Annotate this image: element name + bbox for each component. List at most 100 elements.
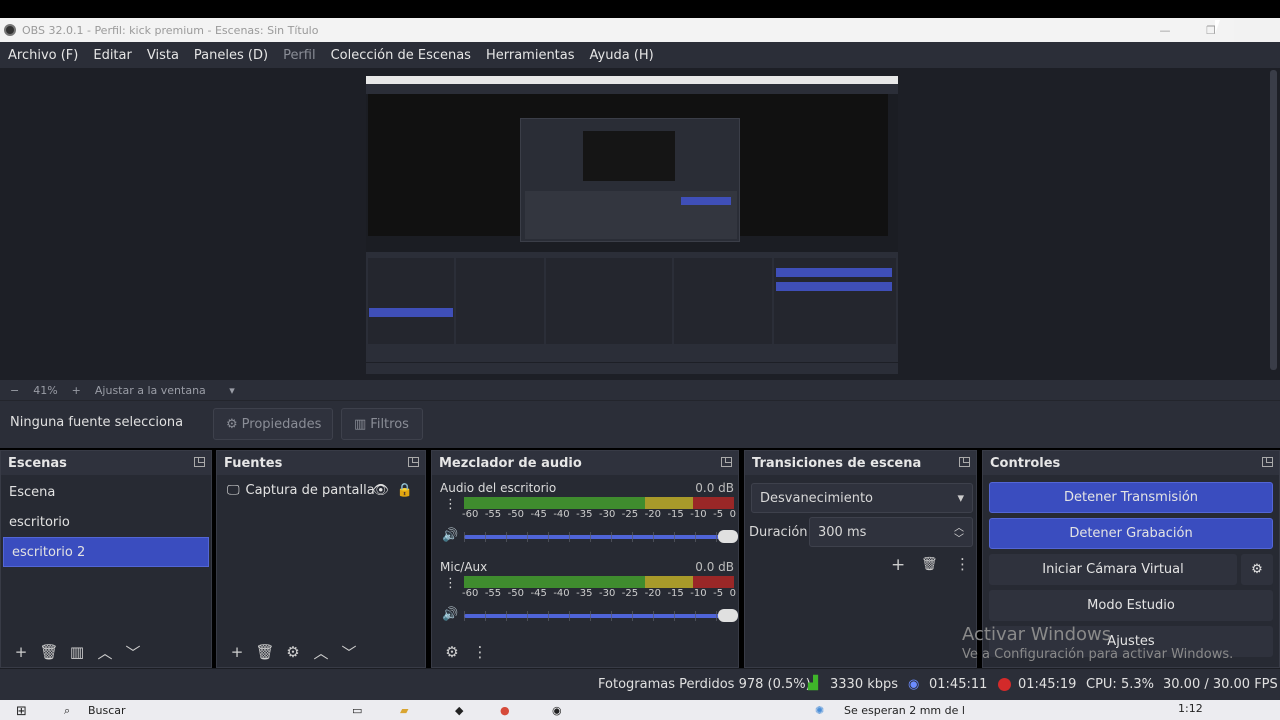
undock-icon[interactable]: [721, 457, 732, 467]
scenes-title: Escenas: [8, 455, 67, 471]
filter-icon: ▥: [354, 416, 367, 432]
spin-down-icon[interactable]: ﹀: [954, 530, 964, 545]
menu-editar[interactable]: Editar: [93, 48, 132, 63]
audio-mixer-dock: Mezclador de audio Audio del escritorio …: [431, 450, 739, 668]
obs-taskbar-icon[interactable]: ◉: [552, 704, 562, 717]
kebab-menu-icon[interactable]: ⋮: [955, 555, 970, 573]
add-icon[interactable]: +: [223, 643, 251, 661]
virtual-camera-settings-button[interactable]: ⚙: [1241, 554, 1273, 585]
undock-icon[interactable]: [194, 457, 205, 467]
advanced-audio-icon[interactable]: ⚙: [438, 643, 466, 661]
menu-coleccion-escenas[interactable]: Colección de Escenas: [331, 48, 471, 63]
zoom-value: 41%: [33, 383, 58, 397]
chrome-icon[interactable]: ●: [500, 704, 510, 717]
minimize-icon[interactable]: —: [1142, 18, 1188, 42]
speaker-icon[interactable]: 🔊: [442, 607, 458, 622]
speaker-icon[interactable]: 🔊: [442, 528, 458, 543]
weather-icon: ✺: [815, 704, 825, 717]
sources-dock: Fuentes 🖵 Captura de pantalla 👁 🔒 + 🗑 ⚙ …: [216, 450, 426, 668]
zoom-in-button[interactable]: +: [72, 384, 81, 397]
volume-slider[interactable]: [464, 609, 738, 622]
menu-ayuda[interactable]: Ayuda (H): [590, 48, 654, 63]
controls-title: Controles: [990, 455, 1061, 471]
windows-start-icon[interactable]: ⊞: [16, 704, 27, 719]
gear-icon: ⚙: [226, 416, 238, 432]
scene-item[interactable]: escritorio: [1, 507, 211, 537]
meter-scale: -60 -55 -50 -45 -40 -35 -30 -25 -20 -15 -10 -5 0: [462, 509, 736, 520]
kebab-menu-icon[interactable]: ⋮: [444, 497, 457, 512]
undock-icon[interactable]: [408, 457, 419, 467]
chevron-down-icon: ▾: [229, 383, 235, 397]
filter-icon[interactable]: ▥: [63, 643, 91, 661]
trash-icon[interactable]: 🗑: [921, 557, 938, 572]
record-icon: [998, 678, 1011, 691]
transitions-dock: Transiciones de escena Desvanecimiento ▾…: [744, 450, 977, 668]
search-icon[interactable]: ⌕: [64, 704, 70, 718]
file-explorer-icon[interactable]: ▰: [400, 704, 408, 717]
studio-mode-button[interactable]: Modo Estudio: [989, 590, 1273, 621]
trash-icon[interactable]: 🗑: [251, 643, 279, 661]
menu-perfil[interactable]: Perfil: [283, 48, 316, 63]
zoom-fit-dropdown[interactable]: Ajustar a la ventana ▾: [95, 384, 249, 397]
volume-meter: [464, 576, 734, 588]
window-title: OBS 32.0.1 - Perfil: kick premium - Esce…: [22, 23, 319, 37]
track-name: Audio del escritorio: [440, 481, 557, 495]
scene-item[interactable]: Escena: [1, 477, 211, 507]
stream-icon: ◉: [908, 677, 920, 692]
controls-header: Controles: [983, 451, 1279, 475]
restore-icon[interactable]: ❐: [1188, 18, 1234, 42]
arrow-up-icon[interactable]: ︿: [307, 642, 335, 663]
add-icon[interactable]: +: [7, 643, 35, 661]
task-view-icon[interactable]: ▭: [352, 704, 362, 717]
obs-logo-icon: [4, 24, 16, 36]
transition-select[interactable]: Desvanecimiento ▾: [751, 483, 973, 513]
add-icon[interactable]: +: [891, 555, 905, 575]
arrow-down-icon[interactable]: ﹀: [335, 642, 363, 663]
signal-bars-icon: ▟: [808, 676, 818, 691]
zoom-bar: − 41% + Ajustar a la ventana ▾: [0, 380, 1280, 400]
weather-notice[interactable]: Se esperan 2 mm de l: [844, 704, 965, 717]
window-controls: — ❐: [1142, 18, 1280, 42]
menu-vista[interactable]: Vista: [147, 48, 179, 63]
app-icon[interactable]: ◆: [455, 704, 463, 717]
undock-icon[interactable]: [959, 457, 970, 467]
scenes-dock: Escenas Escena escritorio escritorio 2 +…: [0, 450, 212, 668]
menu-bar: Archivo (F) Editar Vista Paneles (D) Per…: [0, 42, 1280, 68]
arrow-up-icon[interactable]: ︿: [91, 642, 119, 663]
scene-item-selected[interactable]: escritorio 2: [3, 537, 209, 567]
lock-icon[interactable]: 🔒: [397, 483, 413, 498]
sources-header: Fuentes: [217, 451, 425, 475]
no-source-label: Ninguna fuente selecciona: [10, 415, 184, 430]
duration-spinbox[interactable]: 300 ms ︿ ﹀: [809, 517, 973, 547]
filters-button[interactable]: ▥ Filtros: [341, 408, 423, 440]
gear-icon[interactable]: ⚙: [279, 643, 307, 661]
menu-herramientas[interactable]: Herramientas: [486, 48, 575, 63]
menu-archivo[interactable]: Archivo (F): [8, 48, 78, 63]
taskbar-clock[interactable]: 1:12: [1178, 702, 1203, 715]
stop-recording-button[interactable]: Detener Grabación: [989, 518, 1273, 549]
kebab-menu-icon[interactable]: ⋮: [466, 643, 494, 661]
source-item-label: Captura de pantalla: [245, 482, 375, 498]
preview-scrollbar[interactable]: [1270, 70, 1277, 370]
transitions-header: Transiciones de escena: [745, 451, 976, 475]
menu-paneles[interactable]: Paneles (D): [194, 48, 268, 63]
arrow-down-icon[interactable]: ﹀: [119, 642, 147, 663]
dropped-frames: Fotogramas Perdidos 978 (0.5%): [598, 677, 811, 692]
trash-icon[interactable]: 🗑: [35, 643, 63, 661]
stop-streaming-button[interactable]: Detener Transmisión: [989, 482, 1273, 513]
monitor-icon: 🖵: [227, 482, 240, 498]
taskbar-search[interactable]: Buscar: [88, 704, 126, 717]
eye-icon[interactable]: 👁: [372, 483, 389, 498]
kebab-menu-icon[interactable]: ⋮: [444, 576, 457, 591]
start-virtual-camera-button[interactable]: Iniciar Cámara Virtual: [989, 554, 1237, 585]
undock-icon[interactable]: [1262, 457, 1273, 467]
zoom-out-button[interactable]: −: [10, 384, 19, 397]
volume-slider[interactable]: [464, 530, 738, 543]
properties-button[interactable]: ⚙ Propiedades: [213, 408, 333, 440]
watermark-line1: Activar Windows: [962, 624, 1112, 645]
duration-label: Duración: [749, 525, 808, 540]
preview-canvas[interactable]: [366, 76, 898, 374]
close-icon[interactable]: [1234, 18, 1280, 42]
source-item[interactable]: 🖵 Captura de pantalla 👁 🔒: [217, 475, 425, 505]
bitrate: 3330 kbps: [830, 677, 899, 692]
